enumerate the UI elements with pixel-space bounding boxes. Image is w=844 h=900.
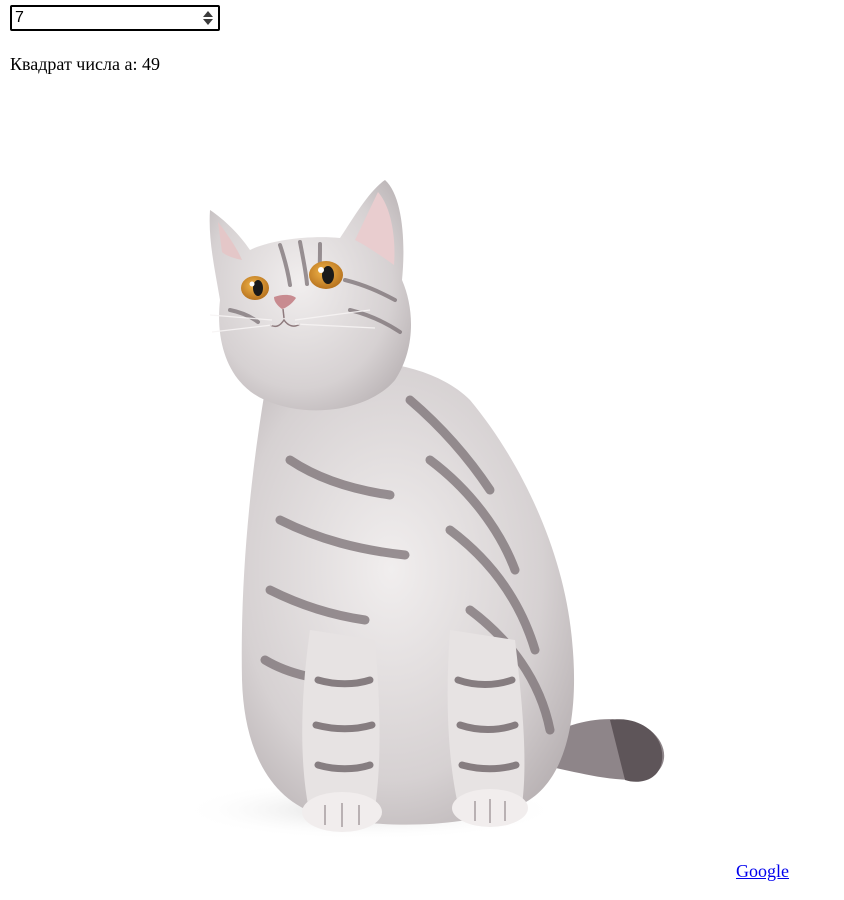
cat-image	[170, 160, 690, 860]
result-value: 49	[141, 54, 160, 74]
number-input[interactable]	[12, 7, 195, 29]
spinner-up-icon[interactable]	[203, 11, 213, 17]
google-link[interactable]: Google	[736, 859, 789, 883]
cat-illustration	[180, 180, 665, 840]
square-result: Квадрат числа a: 49	[10, 52, 160, 76]
number-input-wrapper[interactable]	[10, 5, 220, 31]
result-label: Квадрат числа a:	[10, 54, 138, 74]
spinner[interactable]	[202, 10, 214, 26]
spinner-down-icon[interactable]	[203, 19, 213, 25]
